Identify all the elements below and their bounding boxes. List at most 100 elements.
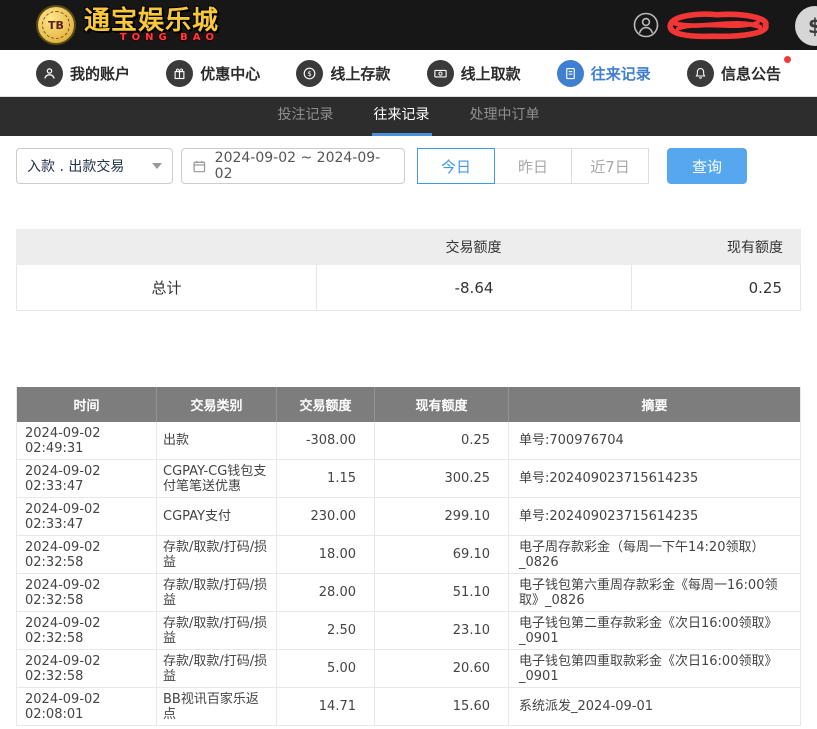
deposit-icon: $ — [296, 60, 323, 87]
cell-summary: 单号:202409023715614235 — [509, 460, 800, 497]
cell-time: 2024-09-02 02:32:58 — [17, 574, 157, 611]
topbar: TB 通宝娱乐城 TONG BAO $ — [0, 0, 817, 50]
header-summary: 摘要 — [509, 387, 800, 422]
summary-header: 交易额度 现有额度 — [16, 229, 801, 265]
nav-item-deposit[interactable]: $ 线上存款 — [296, 60, 390, 87]
table-row: 2024-09-02 02:08:01BB视讯百家乐返点14.7115.60系统… — [17, 688, 800, 726]
nav-item-my-account[interactable]: 我的账户 — [36, 60, 130, 87]
brand-coin-logo: TB — [36, 5, 76, 45]
cell-type: 存款/取款/打码/损益 — [157, 536, 277, 573]
date-range-input[interactable]: 2024-09-02 ~ 2024-09-02 — [181, 148, 405, 184]
cell-amount: 5.00 — [277, 650, 375, 687]
table-row: 2024-09-02 02:32:58存款/取款/打码/损益18.0069.10… — [17, 536, 800, 574]
tab-transaction-records[interactable]: 往来记录 — [372, 97, 432, 136]
tab-betting-records[interactable]: 投注记录 — [276, 97, 336, 136]
tab-processing-orders[interactable]: 处理中订单 — [468, 97, 542, 136]
cell-amount: 18.00 — [277, 536, 375, 573]
transactions-table-body: 2024-09-02 02:49:31出款-308.000.25单号:70097… — [17, 422, 800, 726]
withdraw-icon — [427, 60, 454, 87]
summary-header-balance: 现有额度 — [631, 237, 801, 257]
nav-label: 线上取款 — [461, 63, 521, 84]
redaction-scribble — [661, 10, 773, 40]
header-time: 时间 — [17, 387, 157, 422]
cell-amount: 230.00 — [277, 498, 375, 535]
cell-time: 2024-09-02 02:33:47 — [17, 498, 157, 535]
cell-time: 2024-09-02 02:32:58 — [17, 536, 157, 573]
summary-header-amount: 交易额度 — [316, 237, 631, 257]
cell-summary: 电子周存款彩金（每周一下午14:20领取）_0826 — [509, 536, 800, 573]
main-nav: 我的账户 优惠中心 $ 线上存款 线上取款 — [0, 50, 817, 97]
nav-label: 往来记录 — [591, 63, 651, 84]
summary-total-balance: 0.25 — [632, 265, 800, 310]
cell-type: 存款/取款/打码/损益 — [157, 574, 277, 611]
quick-date-buttons: 今日 昨日 近7日 — [417, 148, 649, 184]
cell-type: CGPAY支付 — [157, 498, 277, 535]
cell-balance: 299.10 — [375, 498, 509, 535]
brand: 通宝娱乐城 TONG BAO — [84, 8, 219, 43]
nav-item-withdraw[interactable]: 线上取款 — [427, 60, 521, 87]
cell-balance: 23.10 — [375, 612, 509, 649]
summary-total-label: 总计 — [17, 265, 317, 310]
cell-summary: 电子钱包第四重取款彩金《次日16:00领取》_0901 — [509, 650, 800, 687]
nav-label: 优惠中心 — [200, 63, 260, 84]
nav-item-announcements[interactable]: 信息公告 — [687, 60, 781, 87]
gift-icon — [166, 60, 193, 87]
cell-time: 2024-09-02 02:32:58 — [17, 612, 157, 649]
summary-total-amount: -8.64 — [317, 265, 632, 310]
summary-table: 交易额度 现有额度 总计 -8.64 0.25 — [16, 229, 801, 311]
cell-summary: 电子钱包第二重存款彩金《次日16:00领取》_0901 — [509, 612, 800, 649]
user-icon — [36, 60, 63, 87]
coin-tb-label: TB — [42, 11, 70, 39]
cell-type: BB视讯百家乐返点 — [157, 688, 277, 725]
calendar-icon — [192, 159, 207, 174]
table-row: 2024-09-02 02:33:47CGPAY支付230.00299.10单号… — [17, 498, 800, 536]
cell-balance: 51.10 — [375, 574, 509, 611]
nav-label: 我的账户 — [70, 63, 130, 84]
date-range-value: 2024-09-02 ~ 2024-09-02 — [215, 150, 394, 182]
notification-dot — [784, 56, 791, 63]
bell-icon — [687, 60, 714, 87]
user-area — [633, 0, 817, 50]
account-icon[interactable] — [633, 12, 659, 38]
cell-time: 2024-09-02 02:08:01 — [17, 688, 157, 725]
subnav: 投注记录 往来记录 处理中订单 — [0, 97, 817, 136]
cell-type: CGPAY-CG钱包支付笔笔送优惠 — [157, 460, 277, 497]
cell-time: 2024-09-02 02:33:47 — [17, 460, 157, 497]
cell-balance: 69.10 — [375, 536, 509, 573]
filter-bar: 入款 . 出款交易 2024-09-02 ~ 2024-09-02 今日 昨日 … — [0, 136, 817, 196]
cell-time: 2024-09-02 02:32:58 — [17, 650, 157, 687]
cell-summary: 电子钱包第六重周存款彩金《每周一16:00领取》_0826 — [509, 574, 800, 611]
summary-total-row: 总计 -8.64 0.25 — [16, 265, 801, 311]
nav-label: 线上存款 — [330, 63, 390, 84]
cell-balance: 20.60 — [375, 650, 509, 687]
table-row: 2024-09-02 02:32:58存款/取款/打码/损益5.0020.60电… — [17, 650, 800, 688]
cell-time: 2024-09-02 02:49:31 — [17, 422, 157, 459]
nav-item-promotions[interactable]: 优惠中心 — [166, 60, 260, 87]
nav-item-records[interactable]: 往来记录 — [557, 60, 651, 87]
table-row: 2024-09-02 02:33:47CGPAY-CG钱包支付笔笔送优惠1.15… — [17, 460, 800, 498]
query-button[interactable]: 查询 — [667, 148, 747, 184]
records-icon — [557, 60, 584, 87]
transaction-type-select[interactable]: 入款 . 出款交易 — [16, 148, 173, 184]
table-row: 2024-09-02 02:49:31出款-308.000.25单号:70097… — [17, 422, 800, 460]
header-amount: 交易额度 — [277, 387, 375, 422]
chevron-down-icon — [152, 163, 162, 169]
header-type: 交易类别 — [157, 387, 277, 422]
cell-summary: 单号:202409023715614235 — [509, 498, 800, 535]
cell-balance: 300.25 — [375, 460, 509, 497]
cell-amount: 14.71 — [277, 688, 375, 725]
table-row: 2024-09-02 02:32:58存款/取款/打码/损益28.0051.10… — [17, 574, 800, 612]
transaction-type-value: 入款 . 出款交易 — [27, 156, 124, 176]
header-balance: 现有额度 — [375, 387, 509, 422]
transactions-table: 时间 交易类别 交易额度 现有额度 摘要 2024-09-02 02:49:31… — [16, 387, 801, 726]
cell-balance: 0.25 — [375, 422, 509, 459]
cell-amount: 28.00 — [277, 574, 375, 611]
today-button[interactable]: 今日 — [417, 148, 495, 184]
yesterday-button[interactable]: 昨日 — [494, 148, 572, 184]
cell-summary: 系统派发_2024-09-01 — [509, 688, 800, 725]
last7days-button[interactable]: 近7日 — [571, 148, 649, 184]
cell-type: 出款 — [157, 422, 277, 459]
cell-amount: 2.50 — [277, 612, 375, 649]
cell-type: 存款/取款/打码/损益 — [157, 612, 277, 649]
cell-amount: -308.00 — [277, 422, 375, 459]
